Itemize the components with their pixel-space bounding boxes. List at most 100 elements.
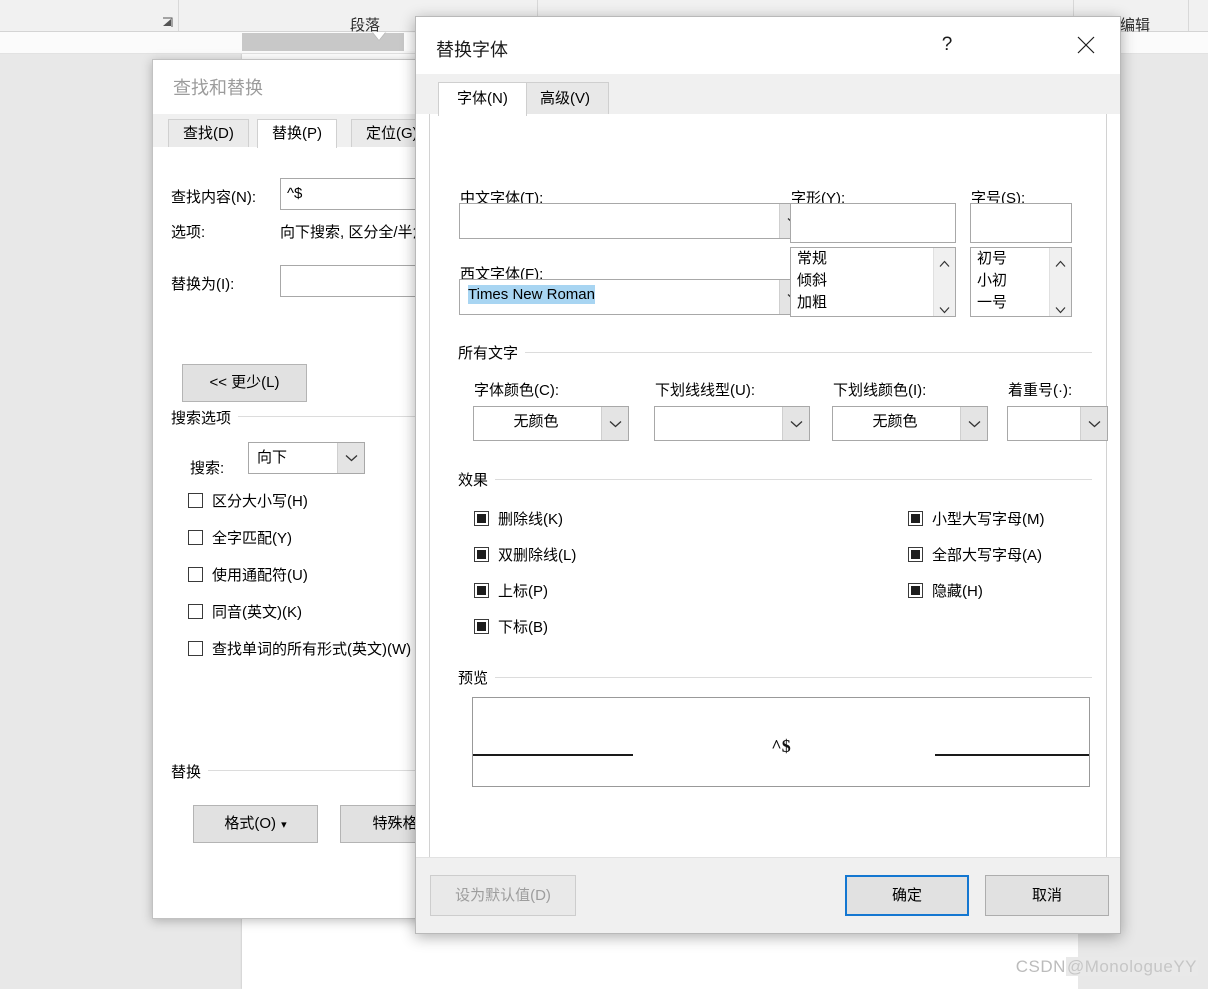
paragraph-dialog-launcher-icon[interactable] <box>162 17 174 29</box>
search-direction-value: 向下 <box>257 449 288 466</box>
cancel-button[interactable]: 取消 <box>985 875 1109 916</box>
checkbox-box[interactable] <box>188 604 203 619</box>
help-icon[interactable]: ? <box>934 34 960 56</box>
font-dialog-titlebar[interactable]: 替换字体 ? <box>416 17 1120 75</box>
watermark-handle: @MonologueYY <box>1065 957 1198 976</box>
checkbox-box[interactable] <box>908 547 923 562</box>
font-color-value: 无颜色 <box>513 413 559 430</box>
checkbox-label: 全字匹配(Y) <box>212 530 292 547</box>
underline-style-combo[interactable] <box>654 406 810 441</box>
options-value: 向下搜索, 区分全/半角 <box>280 224 428 241</box>
search-direction-combo[interactable]: 向下 <box>248 442 365 474</box>
scroll-up-icon[interactable] <box>939 255 950 267</box>
chinese-font-combo[interactable] <box>459 203 807 239</box>
underline-style-value <box>655 407 781 440</box>
ribbon-group-divider <box>1188 0 1189 31</box>
checkbox-match-case[interactable]: 区分大小写(H) <box>188 490 308 511</box>
checkbox-all-word-forms[interactable]: 查找单词的所有形式(英文)(W) <box>188 638 411 659</box>
scrollbar-vertical[interactable] <box>933 248 955 316</box>
checkbox-strikethrough[interactable]: 删除线(K) <box>474 508 563 529</box>
chevron-down-icon[interactable] <box>960 407 987 440</box>
chevron-down-icon[interactable] <box>782 407 809 440</box>
format-button-label: 格式(O) <box>224 815 277 832</box>
replace-group-title: 替换 <box>171 761 209 782</box>
replace-font-dialog: 替换字体 ? 字体(N) 高级(V) 中文字体(T): 西文字体(F): Tim… <box>415 16 1121 934</box>
all-text-group-title: 所有文字 <box>458 342 526 363</box>
checkbox-box[interactable] <box>474 619 489 634</box>
checkbox-label: 删除线(K) <box>498 511 563 528</box>
find-replace-title: 查找和替换 <box>173 78 263 98</box>
checkbox-box[interactable] <box>908 511 923 526</box>
scroll-up-icon[interactable] <box>1055 255 1066 267</box>
format-button[interactable]: 格式(O) ▾ <box>193 805 318 843</box>
font-color-combo[interactable]: 无颜色 <box>473 406 629 441</box>
checkbox-label: 区分大小写(H) <box>212 493 308 510</box>
chevron-down-icon[interactable] <box>1080 407 1107 440</box>
checkbox-box[interactable] <box>908 583 923 598</box>
ok-button[interactable]: 确定 <box>845 875 969 916</box>
latin-font-value: Times New Roman <box>468 285 595 304</box>
ribbon-group-paragraph-label: 段落 <box>350 17 381 34</box>
list-item[interactable]: 加粗 <box>791 292 955 314</box>
checkbox-box[interactable] <box>188 567 203 582</box>
tab-find[interactable]: 查找(D) <box>168 119 249 147</box>
effects-group-rule <box>458 479 1092 480</box>
font-size-listbox[interactable]: 初号 小初 一号 <box>970 247 1072 317</box>
underline-color-value: 无颜色 <box>872 413 918 430</box>
options-label: 选项: <box>171 224 206 241</box>
preview-group-title: 预览 <box>458 667 496 688</box>
tab-advanced[interactable]: 高级(V) <box>521 82 609 115</box>
underline-color-combo[interactable]: 无颜色 <box>832 406 988 441</box>
tab-replace[interactable]: 替换(P) <box>257 119 337 148</box>
scroll-down-icon[interactable] <box>1055 301 1066 314</box>
font-preview-sample-text: ^$ <box>771 736 791 756</box>
tab-font[interactable]: 字体(N) <box>438 82 527 116</box>
caret-down-icon: ▾ <box>281 819 287 831</box>
find-what-label: 查找内容(N): <box>171 189 256 206</box>
font-dialog-body: 中文字体(T): 西文字体(F): Times New Roman 字形(Y):… <box>429 114 1108 858</box>
chevron-down-icon[interactable] <box>337 443 364 473</box>
checkbox-label: 双删除线(L) <box>498 547 577 564</box>
font-style-listbox[interactable]: 常规 倾斜 加粗 <box>790 247 956 317</box>
checkbox-whole-word[interactable]: 全字匹配(Y) <box>188 527 292 548</box>
scrollbar-vertical[interactable] <box>1049 248 1071 316</box>
latin-font-combo[interactable]: Times New Roman <box>459 279 807 315</box>
checkbox-all-caps[interactable]: 全部大写字母(A) <box>908 544 1042 565</box>
preview-group-rule <box>458 677 1092 678</box>
search-options-group-title: 搜索选项 <box>171 407 239 428</box>
checkbox-use-wildcards[interactable]: 使用通配符(U) <box>188 564 308 585</box>
checkbox-double-strikethrough[interactable]: 双删除线(L) <box>474 544 576 565</box>
chinese-font-value <box>460 204 778 238</box>
list-item[interactable]: 倾斜 <box>791 270 955 292</box>
emphasis-mark-combo[interactable] <box>1007 406 1108 441</box>
checkbox-box[interactable] <box>474 583 489 598</box>
checkbox-box[interactable] <box>188 493 203 508</box>
checkbox-box[interactable] <box>188 641 203 656</box>
less-options-button[interactable]: << 更少(L) <box>182 364 307 402</box>
font-style-input[interactable] <box>790 203 956 243</box>
checkbox-box[interactable] <box>188 530 203 545</box>
chevron-down-icon[interactable] <box>601 407 628 440</box>
watermark: CSDN@MonologueYY <box>1016 957 1198 977</box>
checkbox-label: 上标(P) <box>498 583 548 600</box>
emphasis-mark-label: 着重号(·): <box>1008 382 1073 399</box>
checkbox-hidden[interactable]: 隐藏(H) <box>908 580 983 601</box>
checkbox-superscript[interactable]: 上标(P) <box>474 580 548 601</box>
ribbon-group-editing-label: 编辑 <box>1120 17 1151 34</box>
checkbox-subscript[interactable]: 下标(B) <box>474 616 548 637</box>
checkbox-label: 使用通配符(U) <box>212 567 308 584</box>
checkbox-sounds-like[interactable]: 同音(英文)(K) <box>188 601 302 622</box>
checkbox-label: 查找单词的所有形式(英文)(W) <box>212 641 412 658</box>
checkbox-box[interactable] <box>474 511 489 526</box>
close-icon[interactable] <box>1066 27 1106 63</box>
checkbox-box[interactable] <box>474 547 489 562</box>
font-color-label: 字体颜色(C): <box>474 382 559 399</box>
scroll-down-icon[interactable] <box>939 301 950 314</box>
list-item[interactable]: 常规 <box>791 248 955 270</box>
font-size-input[interactable] <box>970 203 1072 243</box>
font-preview-box: ^$ <box>472 697 1090 787</box>
font-dialog-footer: 设为默认值(D) 确定 取消 <box>416 857 1120 933</box>
checkbox-small-caps[interactable]: 小型大写字母(M) <box>908 508 1045 529</box>
emphasis-mark-value <box>1008 407 1079 440</box>
set-as-default-button[interactable]: 设为默认值(D) <box>430 875 576 916</box>
